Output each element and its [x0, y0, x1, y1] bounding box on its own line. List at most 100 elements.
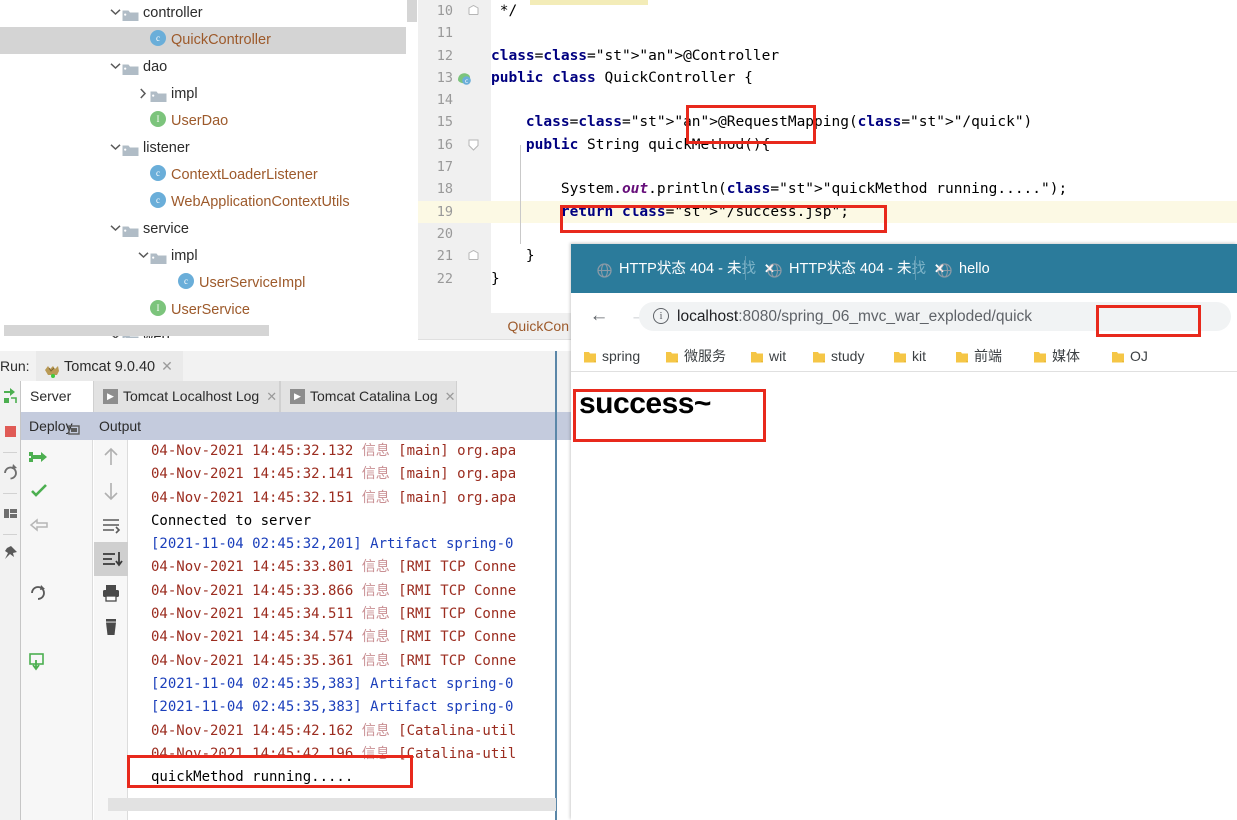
- tree-item-listener[interactable]: listener: [0, 135, 418, 162]
- code-line[interactable]: return class="st">"/success.jsp";: [491, 200, 1237, 223]
- back-button[interactable]: ←: [585, 302, 613, 330]
- code-line[interactable]: public String quickMethod(){: [491, 134, 1237, 156]
- code-line[interactable]: System.out.println(class="st">"quickMeth…: [491, 178, 1237, 200]
- run-configuration-tab[interactable]: Tomcat 9.0.40 ✕: [36, 351, 183, 381]
- site-info-icon[interactable]: i: [653, 308, 669, 324]
- console-output-toolbar[interactable]: [94, 440, 128, 820]
- line-number: 21: [436, 248, 453, 265]
- chevron-right-icon[interactable]: [136, 88, 150, 99]
- browser-tab-title: HTTP状态 404 - 未找: [619, 261, 756, 277]
- chevron-down-icon[interactable]: [108, 62, 122, 70]
- tree-item-controller[interactable]: controller: [0, 0, 418, 27]
- code-line[interactable]: [491, 156, 1237, 178]
- bookmark-7[interactable]: 媒体: [1033, 346, 1080, 366]
- tree-item-contextloaderlistener[interactable]: c ContextLoaderListener: [0, 162, 418, 189]
- pin-icon[interactable]: [0, 538, 20, 572]
- console-tab-tomcat-localhost-log[interactable]: ▶ Tomcat Localhost Log ✕: [93, 381, 280, 412]
- console-horizontal-scrollbar[interactable]: [108, 798, 556, 811]
- browser-tab-1[interactable]: HTTP状态 404 - 未找 ✕: [597, 256, 775, 282]
- code-line[interactable]: [491, 89, 1237, 111]
- bookmark-1[interactable]: spring: [583, 346, 640, 366]
- bookmark-4[interactable]: study: [812, 346, 864, 366]
- address-bar[interactable]: i localhost:8080/spring_06_mvc_war_explo…: [639, 302, 1231, 331]
- chevron-down-icon[interactable]: [108, 143, 122, 151]
- bookmark-8[interactable]: OJ: [1111, 346, 1148, 366]
- code-line[interactable]: class=class="st">"an">@RequestMapping(cl…: [491, 111, 1237, 133]
- bookmark-3[interactable]: wit: [750, 346, 786, 366]
- chevron-down-icon[interactable]: [108, 8, 122, 16]
- browser-tab-2[interactable]: HTTP状态 404 - 未找 ✕: [767, 256, 945, 282]
- code-line[interactable]: [491, 22, 1237, 44]
- project-tree-list[interactable]: controller c QuickController dao impl I UserDa…: [0, 0, 418, 338]
- console-tab-bar[interactable]: Server ▶ Tomcat Localhost Log ✕ ▶ Tomcat Cata…: [21, 381, 571, 412]
- soft-wrap-icon[interactable]: [94, 508, 128, 542]
- code-line[interactable]: */: [491, 0, 1237, 22]
- project-tree-horizontal-scrollbar[interactable]: [4, 325, 269, 336]
- console-line: 04-Nov-2021 14:45:34.574 信息 [RMI TCP Con…: [151, 629, 517, 646]
- clear-all-icon[interactable]: [94, 610, 128, 644]
- deploy-artifact-icon[interactable]: [21, 440, 57, 474]
- undeploy-icon[interactable]: [21, 508, 57, 542]
- console-tab-server[interactable]: Server: [21, 381, 93, 412]
- toolbar-divider: [3, 534, 17, 535]
- run-label: Run:: [0, 358, 30, 374]
- bookmarks-bar[interactable]: spring 微服务 wit study kit 前端 媒体 OJ: [571, 339, 1237, 372]
- tree-item-userserviceimpl[interactable]: c UserServiceImpl: [0, 270, 418, 297]
- tree-item-userservice[interactable]: I UserService: [0, 297, 418, 324]
- project-tree-vertical-scrollbar[interactable]: [406, 0, 418, 338]
- class-icon: c: [178, 273, 194, 290]
- deploy-column-header: Deploy: [29, 412, 80, 440]
- code-line[interactable]: public class QuickController {: [491, 67, 1237, 89]
- scrollbar-thumb[interactable]: [407, 0, 417, 22]
- tree-item-quickcontroller[interactable]: c QuickController: [0, 27, 418, 54]
- tree-item-dao[interactable]: dao: [0, 54, 418, 81]
- line-number: 22: [436, 270, 453, 287]
- console-output-text[interactable]: 04-Nov-2021 14:45:32.132 信息 [main] org.a…: [129, 440, 571, 820]
- tree-item-impl[interactable]: impl: [0, 81, 418, 108]
- deploy-to-server-icon[interactable]: [21, 644, 57, 678]
- code-line[interactable]: [491, 223, 1237, 245]
- run-left-toolbar[interactable]: [0, 381, 20, 820]
- folder-icon: [1111, 349, 1125, 363]
- code-line[interactable]: class=class="st">"an">@Controller: [491, 45, 1237, 67]
- project-tree-panel[interactable]: controller c QuickController dao impl I UserDa…: [0, 0, 418, 338]
- tree-item-userdao[interactable]: I UserDao: [0, 108, 418, 135]
- browser-window[interactable]: HTTP状态 404 - 未找✕HTTP状态 404 - 未找✕hello ✕ …: [571, 244, 1237, 820]
- browser-tab-strip[interactable]: HTTP状态 404 - 未找 ✕ HTTP状态 404 - 未找 ✕ hello: [571, 244, 1237, 293]
- restart-icon[interactable]: [0, 456, 20, 490]
- bookmark-5[interactable]: kit: [893, 346, 926, 366]
- deploy-actions-column[interactable]: [21, 440, 93, 820]
- fold-start-icon[interactable]: [468, 134, 479, 156]
- address-bar-url[interactable]: localhost:8080/spring_06_mvc_war_explode…: [677, 302, 1032, 331]
- spring-bean-gutter-icon[interactable]: c: [456, 71, 473, 88]
- tree-item-webapplicationcontextutils[interactable]: c WebApplicationContextUtils: [0, 189, 418, 216]
- line-number: 17: [436, 159, 453, 176]
- fold-end-icon[interactable]: [468, 245, 479, 267]
- deploy-settings-icon[interactable]: [67, 418, 81, 435]
- console-area[interactable]: Server ▶ Tomcat Localhost Log ✕ ▶ Tomcat Cata…: [20, 381, 571, 820]
- scroll-down-icon[interactable]: [94, 474, 128, 508]
- scroll-up-icon[interactable]: [94, 440, 128, 474]
- layout-icon[interactable]: [0, 497, 20, 531]
- fold-end-icon[interactable]: [468, 0, 479, 22]
- stop-icon[interactable]: [0, 415, 20, 449]
- console-tab-tomcat-catalina-log[interactable]: ▶ Tomcat Catalina Log ✕: [280, 381, 457, 412]
- run-tool-window[interactable]: Run: Tomcat 9.0.40 ✕ Server ▶ Tomcat Loc…: [0, 351, 571, 820]
- close-icon[interactable]: ✕: [266, 389, 277, 404]
- tree-item-impl[interactable]: impl: [0, 243, 418, 270]
- browser-tab-3[interactable]: hello: [937, 256, 990, 282]
- print-icon[interactable]: [94, 576, 128, 610]
- rerun-icon[interactable]: [0, 381, 20, 415]
- tab-separator: [915, 256, 916, 280]
- editor-breadcrumb[interactable]: QuickCon: [418, 313, 571, 339]
- tree-item-service[interactable]: service: [0, 216, 418, 243]
- chevron-down-icon[interactable]: [136, 251, 150, 259]
- editor-gutter[interactable]: 10 11 12 13 14 15 16 17 18 19 20 21 22: [418, 0, 491, 313]
- bookmark-6[interactable]: 前端: [955, 346, 1002, 366]
- bookmark-2[interactable]: 微服务: [665, 346, 726, 366]
- chevron-down-icon[interactable]: [108, 224, 122, 232]
- close-icon[interactable]: ✕: [445, 389, 456, 404]
- scroll-to-end-icon[interactable]: [94, 542, 128, 576]
- redeploy-icon[interactable]: [21, 576, 57, 610]
- run-config-close-icon[interactable]: ✕: [161, 358, 173, 374]
